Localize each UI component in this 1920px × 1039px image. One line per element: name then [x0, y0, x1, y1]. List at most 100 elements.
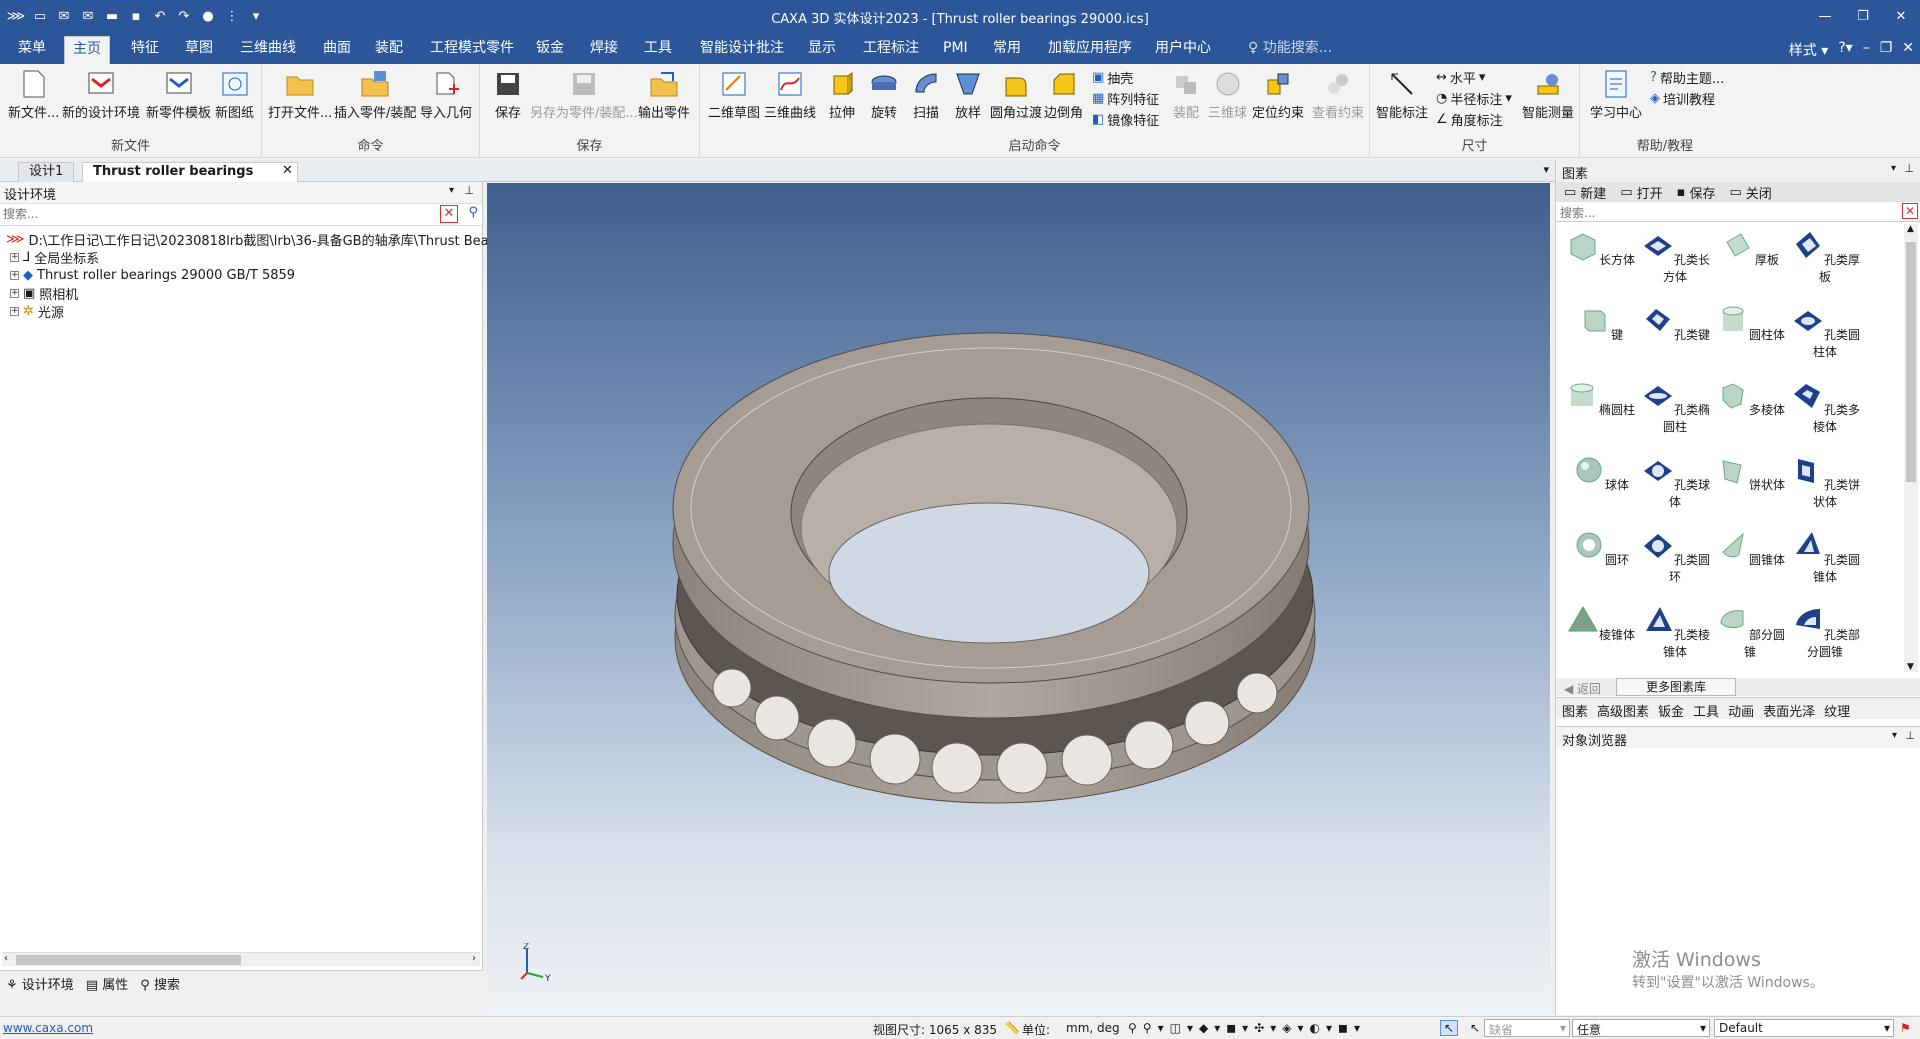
help-topics-button[interactable]: ? 帮助主题... — [1650, 68, 1724, 87]
unit-value[interactable]: mm, deg — [1066, 1021, 1120, 1035]
pick-filter-icon[interactable]: ↖ — [1470, 1021, 1480, 1035]
import-geometry-button[interactable]: 导入几何 — [420, 68, 472, 121]
panel-dropdown-icon[interactable]: ▾ — [1891, 163, 1896, 174]
tab-close-icon[interactable]: ✕ — [282, 163, 293, 178]
element-hole-cone[interactable]: 孔类圆锥体 — [1785, 528, 1865, 585]
website-link[interactable]: www.caxa.com — [3, 1021, 93, 1035]
expand-icon[interactable]: + — [10, 306, 19, 316]
insert-part-button[interactable]: 插入零件/装配 — [334, 68, 416, 121]
tree-node-light[interactable]: + ✲ 光源 — [6, 302, 482, 321]
scroll-left-icon[interactable]: ‹ — [4, 953, 8, 964]
pin-icon[interactable]: ⊥ — [464, 184, 474, 197]
element-box[interactable]: 长方体 — [1560, 228, 1640, 268]
select-cursor-icon[interactable]: ↖ — [1440, 1020, 1458, 1036]
tab-surface-gloss[interactable]: 表面光泽 — [1763, 701, 1815, 720]
expand-icon[interactable]: + — [10, 270, 19, 280]
extrude-button[interactable]: 拉伸 — [826, 68, 858, 121]
tab-sheet-metal[interactable]: 钣金 — [528, 38, 572, 62]
doc-restore-icon[interactable]: ❐ — [1880, 40, 1893, 60]
element-pyramid[interactable]: 棱锥体 — [1560, 603, 1640, 643]
save-catalog-button[interactable]: ▪ 保存 — [1677, 184, 1716, 202]
restore-icon[interactable]: ❐ — [1844, 0, 1882, 32]
tab-sketch[interactable]: 草图 — [177, 38, 221, 62]
back-button[interactable]: ◀ 返回 — [1564, 680, 1601, 697]
ball-3d-button[interactable]: 三维球 — [1208, 68, 1247, 121]
new-catalog-button[interactable]: ▭ 新建 — [1564, 184, 1606, 202]
element-sphere[interactable]: 球体 — [1560, 453, 1640, 493]
tab-thrust-bearing[interactable]: Thrust roller bearings 29000.ics — [82, 162, 298, 197]
radius-dim-button[interactable]: ◔ 半径标注 ▾ — [1436, 89, 1512, 108]
scroll-up-icon[interactable]: ▲ — [1907, 224, 1914, 234]
element-cone[interactable]: 圆锥体 — [1710, 528, 1790, 568]
new-design-env-button[interactable]: 新的设计环境 — [62, 68, 140, 121]
tab-advanced-elements[interactable]: 高级图素 — [1597, 701, 1649, 720]
tab-3d-curve[interactable]: 三维曲线 — [232, 38, 304, 62]
smart-measure-button[interactable]: 智能测量 — [1522, 68, 1574, 121]
chamfer-button[interactable]: 边倒角 — [1044, 68, 1083, 121]
new-part-template-button[interactable]: 新零件模板 — [146, 68, 211, 121]
tab-design-env[interactable]: ⚘ 设计环境 — [6, 974, 74, 993]
style-select[interactable]: Default ▾ — [1714, 1019, 1894, 1037]
open-catalog-button[interactable]: ▭ 打开 — [1620, 184, 1662, 202]
more-elements-button[interactable]: 更多图素库 — [1616, 678, 1736, 696]
element-torus[interactable]: 圆环 — [1560, 528, 1640, 568]
tab-elements[interactable]: 图素 — [1562, 701, 1588, 720]
element-hole-pie[interactable]: 孔类饼状体 — [1785, 453, 1865, 510]
tab-common[interactable]: 常用 — [985, 38, 1029, 62]
fillet-button[interactable]: 圆角过渡 — [990, 68, 1042, 121]
save-button[interactable]: 保存 — [492, 68, 524, 121]
tab-display[interactable]: 显示 — [800, 38, 844, 62]
open-file-button[interactable]: 打开文件... — [268, 68, 332, 121]
tree-search-input[interactable] — [0, 204, 430, 224]
sketch-2d-button[interactable]: 二维草图 — [708, 68, 760, 121]
scroll-right-icon[interactable]: › — [472, 953, 476, 964]
loft-button[interactable]: 放样 — [952, 68, 984, 121]
tab-design1[interactable]: 设计1 — [18, 162, 75, 182]
expand-icon[interactable]: + — [10, 252, 19, 262]
curve-3d-button[interactable]: 三维曲线 — [764, 68, 816, 121]
tab-feature[interactable]: 特征 — [123, 38, 167, 62]
export-part-button[interactable]: 输出零件 — [638, 68, 690, 121]
element-cylinder[interactable]: 圆柱体 — [1710, 303, 1790, 343]
filter-icon[interactable]: ⚲ — [468, 205, 478, 220]
elements-scrollbar[interactable]: ▲ ▼ — [1904, 224, 1918, 672]
doc-minimize-icon[interactable]: – — [1863, 40, 1870, 60]
style-menu[interactable]: 样式 ▾ — [1789, 40, 1828, 60]
save-as-part-button[interactable]: 另存为零件/装配... — [530, 68, 638, 121]
tab-eng-mode-part[interactable]: 工程模式零件 — [422, 38, 522, 62]
minimize-icon[interactable]: — — [1806, 0, 1844, 32]
menu-item-menu[interactable]: 菜单 — [10, 38, 54, 62]
element-hole-cylinder[interactable]: 孔类圆柱体 — [1785, 303, 1865, 360]
new-file-button[interactable]: 新文件... — [8, 68, 59, 121]
default-filter-select[interactable]: 缺省 ▾ — [1484, 1019, 1570, 1037]
scroll-down-icon[interactable]: ▼ — [1907, 662, 1914, 672]
pattern-button[interactable]: ▦ 阵列特征 — [1092, 89, 1159, 108]
close-catalog-button[interactable]: ▭ 关闭 — [1729, 184, 1771, 202]
element-hole-partial-cone[interactable]: 孔类部分圆锥 — [1785, 603, 1865, 660]
clear-search-icon[interactable]: ✕ — [1902, 203, 1918, 219]
view-tools[interactable]: ⚲⚲▾◫▾◆▾◼▾✣▾◈▾◐▾◼▾ — [1128, 1021, 1366, 1035]
close-icon[interactable]: ✕ — [1882, 0, 1920, 32]
tab-animation[interactable]: 动画 — [1728, 701, 1754, 720]
element-prism[interactable]: 多棱体 — [1710, 378, 1790, 418]
tree-node-global-coords[interactable]: + ⅃ 全局坐标系 — [6, 248, 482, 267]
tree-node-bearing[interactable]: + ◆ Thrust roller bearings 29000 GB/T 5859 — [6, 266, 482, 284]
expand-icon[interactable]: + — [10, 288, 19, 298]
scroll-thumb[interactable] — [16, 955, 241, 965]
tree-node-camera[interactable]: + ▣ 照相机 — [6, 284, 482, 303]
doc-close-icon[interactable]: ✕ — [1902, 40, 1914, 60]
tabs-dropdown-icon[interactable]: ▾ — [1543, 163, 1549, 176]
tab-tools[interactable]: 工具 — [636, 38, 680, 62]
element-hole-pyramid[interactable]: 孔类棱锥体 — [1635, 603, 1715, 660]
tab-welding[interactable]: 焊接 — [582, 38, 626, 62]
learning-center-button[interactable]: 学习中心 — [1590, 68, 1642, 121]
tree-node-root[interactable]: ⋙ D:\工作日记\工作日记\20230818lrb截图\lrb\36-具备GB的… — [6, 230, 525, 249]
assembly-button[interactable]: 装配 — [1170, 68, 1202, 121]
smart-dim-button[interactable]: 智能标注 — [1376, 68, 1428, 121]
element-hole-plate[interactable]: 孔类厚板 — [1785, 228, 1865, 285]
tab-surface[interactable]: 曲面 — [315, 38, 359, 62]
clear-search-icon[interactable]: ✕ — [440, 205, 458, 223]
training-button[interactable]: ◈ 培训教程 — [1650, 89, 1715, 108]
help-icon[interactable]: ?▾ — [1838, 40, 1852, 60]
element-thick-plate[interactable]: 厚板 — [1710, 228, 1790, 268]
